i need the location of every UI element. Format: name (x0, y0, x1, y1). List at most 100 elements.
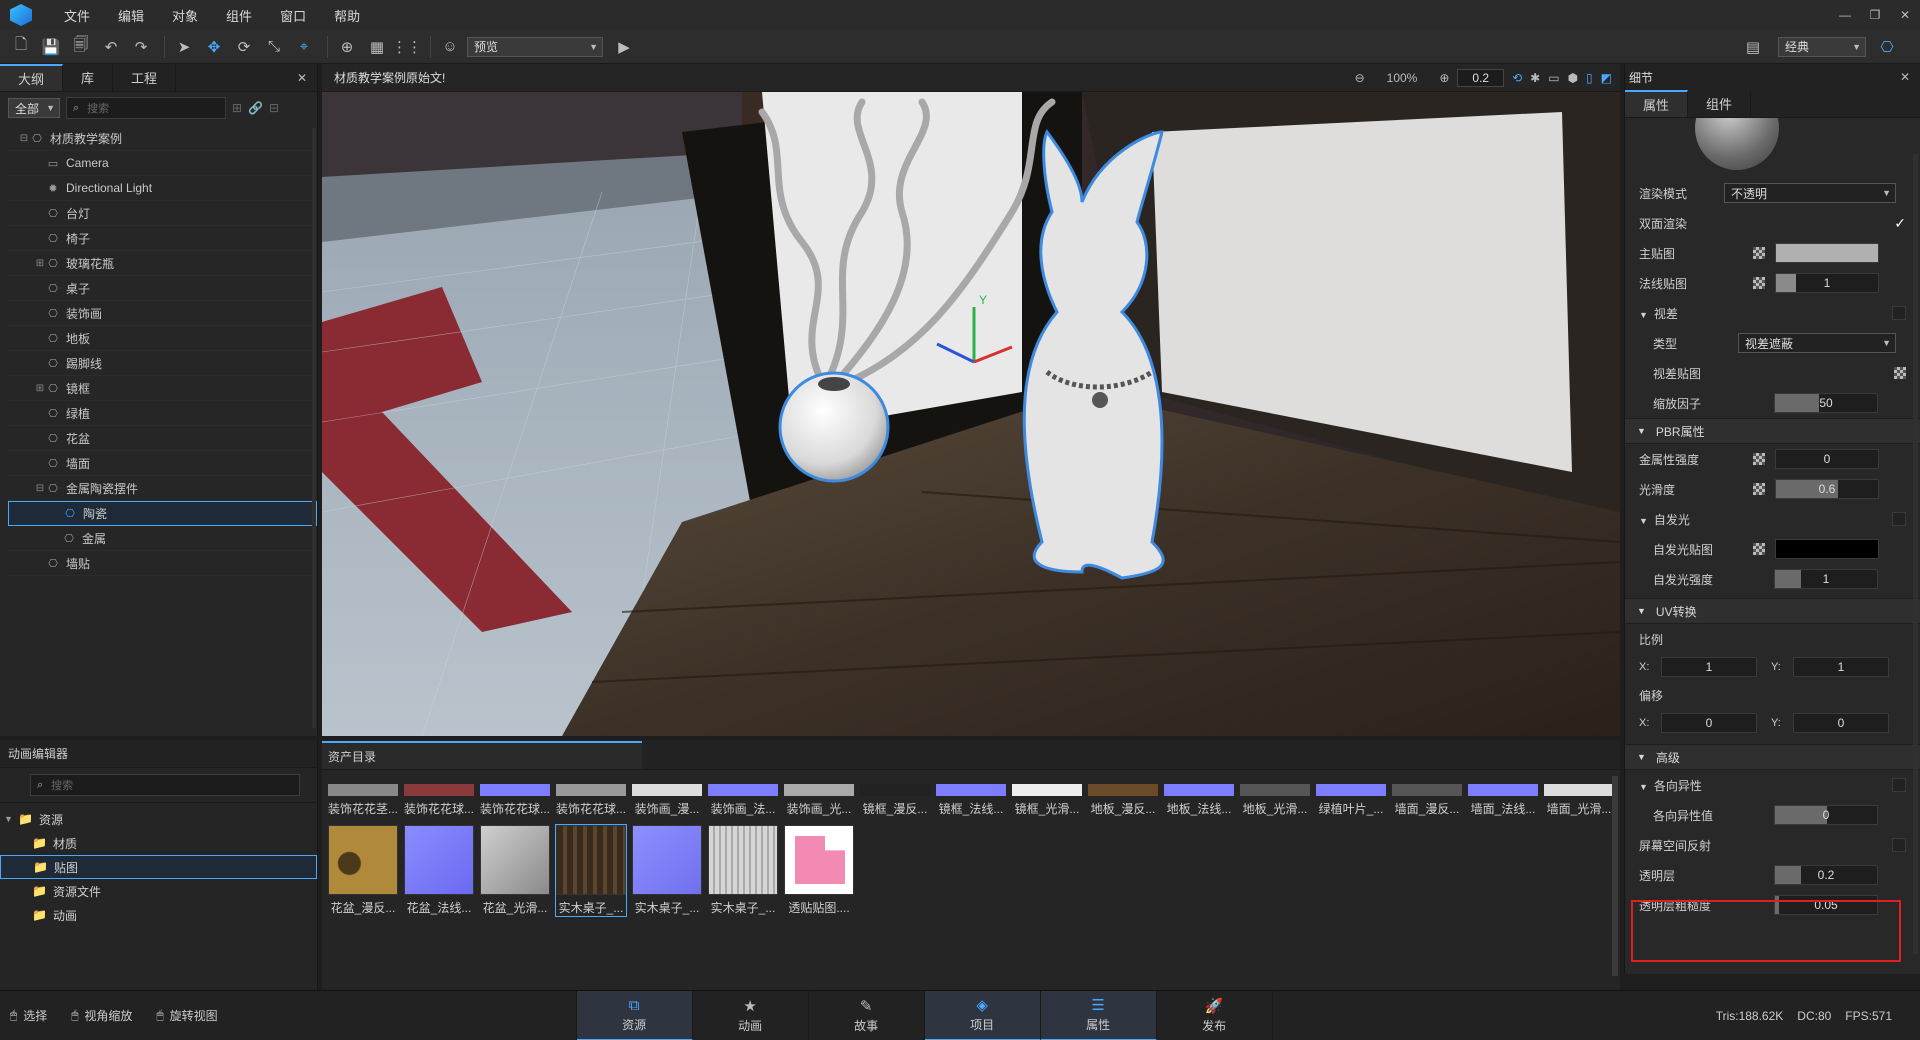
scale-x-field[interactable]: 1 (1661, 657, 1757, 677)
outline-item[interactable]: ⊞ ⎔ 玻璃花瓶 (8, 251, 317, 276)
filter-select[interactable]: 全部 ▼ (8, 98, 60, 118)
details-scrollbar[interactable] (1913, 154, 1918, 954)
asset-item[interactable]: 装饰花花茎... (328, 796, 398, 817)
tab-project[interactable]: 工程 (113, 64, 177, 91)
scale-tool-icon[interactable]: ⤡ (261, 34, 287, 60)
outline-item[interactable]: ⎔ 踢脚线 (8, 351, 317, 376)
asset-thumbnail[interactable] (860, 784, 930, 796)
tab-properties[interactable]: 属性 (1625, 90, 1689, 117)
nav-resources[interactable]: ⧉ 资源 (576, 990, 693, 1040)
world-space-icon[interactable]: ⊕ (334, 34, 360, 60)
chevron-down-icon[interactable]: ▼ (1639, 516, 1648, 526)
outline-scrollbar[interactable] (312, 128, 316, 728)
zoom-view-button[interactable]: 🖱 视角缩放 (71, 1007, 132, 1024)
asset-thumbnail[interactable] (1544, 784, 1614, 796)
asset-item[interactable]: 实木桌子_... (708, 825, 778, 916)
pivot-tool-icon[interactable]: ⌖ (291, 34, 317, 60)
resource-tree-material[interactable]: 📁 材质 (0, 831, 317, 855)
asset-thumbnail[interactable] (1316, 784, 1386, 796)
smoothness-slider[interactable]: 0.6 (1775, 479, 1879, 499)
asset-item[interactable]: 装饰花花球... (480, 796, 550, 817)
phone-preview-icon[interactable]: ▯ (1586, 71, 1593, 85)
outline-search-input[interactable]: ⌕ 搜索 (66, 97, 226, 119)
asset-item[interactable]: 装饰画_法... (708, 796, 778, 817)
texture-picker-icon[interactable] (1894, 367, 1906, 379)
asset-item[interactable]: 地板_法线... (1164, 796, 1234, 817)
texture-picker-icon[interactable] (1753, 543, 1765, 555)
parallax-checkbox[interactable] (1892, 306, 1906, 320)
asset-item[interactable]: 墙面_漫反... (1392, 796, 1462, 817)
menu-window[interactable]: 窗口 (266, 6, 320, 25)
asset-thumbnail[interactable] (480, 784, 550, 796)
checkmark-icon[interactable]: ✓ (1894, 215, 1906, 232)
nav-story[interactable]: ✎ 故事 (809, 990, 925, 1040)
save-all-icon[interactable]: 🗐 (68, 34, 94, 60)
close-icon[interactable]: ✕ (1900, 70, 1910, 84)
asset-item[interactable]: 墙面_法线... (1468, 796, 1538, 817)
view-mode-select[interactable]: 预览 ▼ (467, 36, 603, 57)
asset-item[interactable]: 花盆_光滑... (480, 825, 550, 916)
cloud-sync-icon[interactable]: ⎔ (1874, 34, 1900, 60)
asset-thumbnail[interactable] (1468, 784, 1538, 796)
asset-item[interactable]: 地板_漫反... (1088, 796, 1158, 817)
close-icon[interactable]: ✕ (297, 64, 307, 91)
move-tool-icon[interactable]: ✥ (201, 34, 227, 60)
normal-map-field[interactable]: 1 (1775, 273, 1879, 293)
expand-toggle-icon[interactable]: ⊟ (18, 133, 30, 144)
filter-icon[interactable]: ⊞ (232, 101, 242, 115)
scale-factor-slider[interactable]: 50 (1774, 393, 1878, 413)
undo-icon[interactable]: ↶ (98, 34, 124, 60)
uv-section-header[interactable]: ▼ UV转换 (1625, 598, 1920, 624)
cube-view-icon[interactable]: ⬢ (1568, 71, 1578, 85)
anisotropy-slider[interactable]: 0 (1774, 805, 1878, 825)
outline-item[interactable]: ▭ Camera (8, 151, 317, 176)
menu-object[interactable]: 对象 (158, 6, 212, 25)
new-file-icon[interactable]: 🗋 (8, 34, 34, 60)
asset-item[interactable]: 绿植叶片_... (1316, 796, 1386, 817)
expand-toggle-icon[interactable]: ⊞ (34, 258, 46, 269)
resource-tree-texture[interactable]: 📁 贴图 (0, 855, 317, 879)
outline-item[interactable]: ⎔ 装饰画 (8, 301, 317, 326)
outline-item[interactable]: ⎔ 桌子 (8, 276, 317, 301)
chevron-down-icon[interactable]: ▼ (1639, 782, 1648, 792)
asset-item[interactable]: 装饰画_光... (784, 796, 854, 817)
nav-project[interactable]: ◈ 项目 (924, 990, 1041, 1040)
redo-icon[interactable]: ↷ (128, 34, 154, 60)
tab-asset-catalog[interactable]: 资产目录 (322, 741, 642, 769)
main-map-color-swatch[interactable] (1775, 243, 1879, 263)
menu-help[interactable]: 帮助 (320, 6, 374, 25)
nav-animation[interactable]: ★ 动画 (693, 990, 809, 1040)
assets-scrollbar[interactable] (1612, 776, 1618, 976)
anisotropy-checkbox[interactable] (1892, 778, 1906, 792)
asset-thumbnail[interactable] (556, 784, 626, 796)
parallax-type-select[interactable]: 视差遮蔽 ▼ (1738, 333, 1896, 353)
ssr-checkbox[interactable] (1892, 838, 1906, 852)
asset-thumbnail[interactable] (936, 784, 1006, 796)
layout-select[interactable]: 经典 ▼ (1778, 36, 1866, 57)
snap-grid-icon[interactable]: ⋮⋮ (392, 34, 422, 60)
emission-color-swatch[interactable] (1775, 539, 1879, 559)
menu-file[interactable]: 文件 (50, 6, 104, 25)
asset-item[interactable]: 地板_光滑... (1240, 796, 1310, 817)
texture-picker-icon[interactable] (1753, 483, 1765, 495)
avatar-icon[interactable]: ☺ (437, 34, 463, 60)
restore-icon[interactable]: ❐ (1860, 8, 1890, 22)
outline-item[interactable]: ⎔ 台灯 (8, 201, 317, 226)
asset-thumbnail[interactable] (784, 784, 854, 796)
asset-thumbnail[interactable] (404, 784, 474, 796)
asset-item[interactable]: 花盆_漫反... (328, 825, 398, 916)
clearcoat-slider[interactable]: 0.2 (1774, 865, 1878, 885)
select-tool-icon[interactable]: ➤ (171, 34, 197, 60)
offset-x-field[interactable]: 0 (1661, 713, 1757, 733)
collapse-icon[interactable]: ⊟ (269, 101, 279, 115)
asset-thumbnail[interactable] (328, 784, 398, 796)
outline-item[interactable]: ⎔ 墙贴 (8, 551, 317, 576)
outline-item[interactable]: ⎔ 椅子 (8, 226, 317, 251)
outline-item[interactable]: ⎔ 地板 (8, 326, 317, 351)
resource-tree-animation[interactable]: 📁 动画 (0, 903, 317, 927)
nav-properties[interactable]: ☰ 属性 (1040, 990, 1157, 1040)
layout-icon[interactable]: ▤ (1740, 34, 1766, 60)
outline-item[interactable]: ⎔ 金属 (8, 526, 317, 551)
asset-thumbnail[interactable] (708, 784, 778, 796)
resource-tree-root[interactable]: ▼ 📁 资源 (0, 807, 317, 831)
